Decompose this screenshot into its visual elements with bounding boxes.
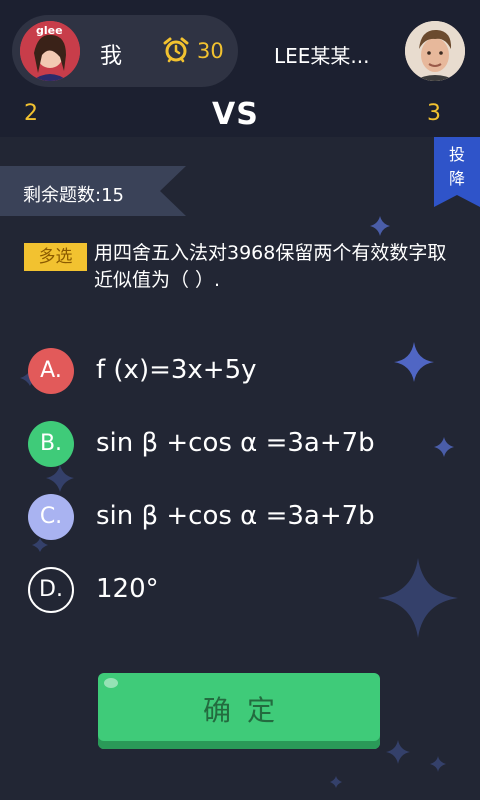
surrender-button[interactable]: 投 降 [434, 137, 480, 207]
option-text: 120° [96, 574, 159, 604]
surrender-label-line2: 降 [448, 169, 465, 188]
surrender-label: 投 降 [434, 143, 480, 191]
opponent-avatar[interactable] [405, 21, 465, 81]
opponent-name: LEE某某... [274, 44, 370, 68]
confirm-button-label: 确定 [202, 694, 291, 727]
player-avatar[interactable]: glee [20, 21, 80, 81]
avatar-logo-text: glee [36, 24, 63, 37]
option-text: sin β +cos α =3a+7b [96, 428, 375, 458]
option-c[interactable]: C. sin β +cos α =3a+7b [28, 494, 468, 540]
remaining-questions-label: 剩余题数:15 [23, 185, 124, 206]
option-text: sin β +cos α =3a+7b [96, 501, 375, 531]
alarm-clock-icon [163, 37, 189, 63]
option-d[interactable]: D. 120° [28, 567, 468, 613]
option-b[interactable]: B. sin β +cos α =3a+7b [28, 421, 468, 467]
timer-value: 30 [197, 39, 224, 63]
opponent-avatar-image [405, 21, 465, 81]
confirm-button[interactable]: 确定 [98, 673, 380, 749]
vs-label: VS [212, 97, 259, 132]
remaining-questions-tag: 剩余题数:15 [0, 166, 186, 216]
opponent-score: 3 [427, 101, 441, 126]
option-letter-circle: B. [28, 421, 74, 467]
option-text: f (x)=3x+5y [96, 355, 257, 385]
confirm-button-gloss [104, 678, 118, 688]
question-type-badge: 多选 [24, 243, 87, 271]
option-letter-circle: C. [28, 494, 74, 540]
option-a[interactable]: A. f (x)=3x+5y [28, 348, 468, 394]
question-text: 用四舍五入法对3968保留两个有效数字取近似值为（ ）. [94, 242, 447, 291]
player-score: 2 [24, 101, 38, 126]
surrender-label-line1: 投 [448, 145, 465, 164]
option-letter-circle: A. [28, 348, 74, 394]
option-letter-circle: D. [28, 567, 74, 613]
player-avatar-image: glee [20, 21, 80, 81]
player-name: 我 [100, 44, 123, 69]
